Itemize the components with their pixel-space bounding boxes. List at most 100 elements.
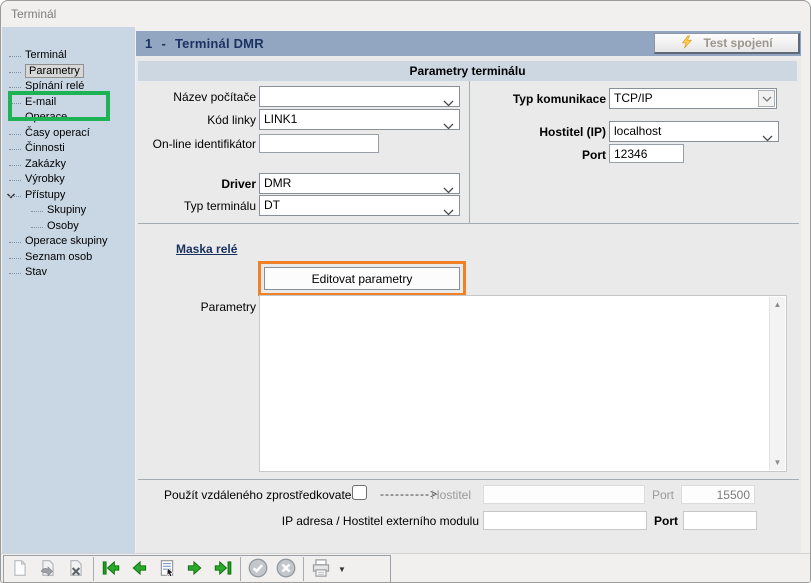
sidebar-item-zakazky[interactable]: Zakázky: [2, 157, 135, 173]
tree-dots: [9, 258, 21, 259]
cancel-button[interactable]: [272, 557, 300, 581]
next-arrow-icon: [185, 559, 205, 580]
toolbar-separator: [303, 557, 304, 581]
terminal-window: Terminál Terminál Parametry Spínání relé…: [0, 0, 811, 583]
tree-dots: [9, 165, 21, 166]
host-ip-label: Hostitel (IP): [469, 124, 606, 140]
first-record-button[interactable]: [97, 557, 125, 581]
relay-mask-link[interactable]: Maska relé: [176, 242, 237, 256]
separator-line: [138, 479, 799, 480]
record-toolbar: ▼: [3, 555, 391, 583]
port-input[interactable]: [609, 144, 684, 163]
sidebar-item-parametry[interactable]: Parametry: [2, 64, 135, 80]
line-code-combobox[interactable]: LINK1: [259, 109, 460, 130]
tree-dots: [31, 211, 43, 212]
sidebar-item-stav[interactable]: Stav: [2, 265, 135, 281]
sidebar-item-terminal[interactable]: Terminál: [2, 48, 135, 64]
record-number: 1: [145, 36, 152, 51]
driver-combobox[interactable]: DMR: [259, 173, 460, 194]
tree-dots: [9, 134, 21, 135]
scroll-down-icon[interactable]: ▼: [770, 458, 785, 467]
sidebar-item-cinnosti[interactable]: Činnosti: [2, 141, 135, 157]
next-record-button[interactable]: [181, 557, 209, 581]
remote-host-input[interactable]: [483, 485, 645, 504]
tree-dots: [9, 118, 21, 119]
parameters-panel: Parametry terminálu Název počítače Kód l…: [136, 56, 801, 553]
window-titlebar: Terminál: [1, 1, 810, 27]
delete-record-button[interactable]: [62, 557, 90, 581]
host-ip-combobox[interactable]: localhost: [609, 121, 779, 142]
scroll-up-icon[interactable]: ▲: [770, 300, 785, 309]
port-label: Port: [469, 147, 606, 163]
new-page-icon: [11, 559, 29, 580]
sidebar-item-email[interactable]: E-mail: [2, 95, 135, 111]
browse-records-button[interactable]: [153, 557, 181, 581]
remote-host-label: Hostitel: [426, 487, 471, 503]
toolbar-separator: [93, 557, 94, 581]
computer-name-combobox[interactable]: [259, 86, 460, 107]
sidebar-item-operace-skupiny[interactable]: Operace skupiny: [2, 234, 135, 250]
sidebar-item-casy-operaci[interactable]: Časy operací: [2, 126, 135, 142]
chevron-down-icon: [443, 117, 454, 136]
test-connection-button[interactable]: Test spojení: [654, 33, 800, 54]
sidebar-item-pristupy[interactable]: Přístupy: [2, 188, 135, 204]
parameters-textarea[interactable]: ▲ ▼: [259, 295, 787, 472]
parameters-label: Parametry: [136, 299, 256, 315]
sidebar-item-osoby[interactable]: Osoby: [2, 219, 135, 235]
page-arrow-icon: [39, 559, 57, 580]
record-list-icon: [158, 559, 176, 580]
sidebar-tree: Terminál Parametry Spínání relé E-mail O…: [2, 27, 135, 553]
terminal-type-combobox[interactable]: DT: [259, 195, 460, 216]
online-identifier-label: On-line identifikátor: [136, 136, 256, 152]
x-circle-icon: [276, 558, 296, 581]
tree-dots: [9, 56, 21, 57]
section-header: Parametry terminálu: [138, 61, 797, 81]
orange-highlight-annotation: Editovat parametry: [258, 261, 466, 296]
external-module-port-label: Port: [640, 513, 678, 529]
lightning-icon: [680, 35, 694, 52]
print-dropdown-caret[interactable]: ▼: [335, 557, 349, 581]
first-arrow-icon: [101, 559, 121, 580]
window-title: Terminál: [11, 7, 56, 21]
print-button[interactable]: [307, 557, 335, 581]
sidebar-item-seznam-osob[interactable]: Seznam osob: [2, 250, 135, 266]
online-identifier-input[interactable]: [259, 134, 379, 153]
chevron-down-icon: [443, 203, 454, 222]
page-x-icon: [67, 559, 85, 580]
tree-dots: [9, 103, 21, 104]
use-remote-broker-checkbox[interactable]: [352, 485, 367, 500]
tree-dots: [9, 87, 21, 88]
sidebar-item-skupiny[interactable]: Skupiny: [2, 203, 135, 219]
external-module-ip-input[interactable]: [483, 511, 647, 530]
last-record-button[interactable]: [209, 557, 237, 581]
use-remote-broker-label: Použít vzdáleného zprostředkovatele: [164, 487, 348, 503]
communication-type-label: Typ komunikace: [469, 91, 606, 107]
previous-record-button[interactable]: [125, 557, 153, 581]
edit-record-button[interactable]: [34, 557, 62, 581]
bottom-toolbar: ▼ ✔ OK ✖ Storno: [1, 553, 810, 583]
tree-dots: [9, 180, 21, 181]
remote-port-label: Port: [636, 487, 674, 503]
vertical-scrollbar[interactable]: ▲ ▼: [769, 297, 785, 470]
sidebar-item-vyrobky[interactable]: Výrobky: [2, 172, 135, 188]
external-module-port-input[interactable]: [683, 511, 757, 530]
tree-dots: [9, 72, 21, 73]
separator-line: [138, 223, 799, 224]
chevron-down-icon: [762, 129, 773, 148]
computer-name-label: Název počítače: [136, 89, 256, 105]
previous-arrow-icon: [129, 559, 149, 580]
toolbar-separator: [240, 557, 241, 581]
tree-dots: [9, 149, 21, 150]
communication-type-combobox[interactable]: TCP/IP: [609, 88, 777, 109]
remote-port-input[interactable]: [681, 485, 755, 504]
sidebar-item-spinani-rele[interactable]: Spínání relé: [2, 79, 135, 95]
driver-label: Driver: [136, 176, 256, 192]
accept-button[interactable]: [244, 557, 272, 581]
record-title: Terminál DMR: [175, 36, 264, 51]
new-record-button[interactable]: [6, 557, 34, 581]
chevron-down-icon: [758, 90, 775, 107]
edit-parameters-button[interactable]: Editovat parametry: [264, 267, 460, 290]
external-module-ip-label: IP adresa / Hostitel externího modulu: [266, 513, 479, 529]
sidebar-item-operace[interactable]: Operace: [2, 110, 135, 126]
test-connection-label: Test spojení: [703, 36, 772, 50]
